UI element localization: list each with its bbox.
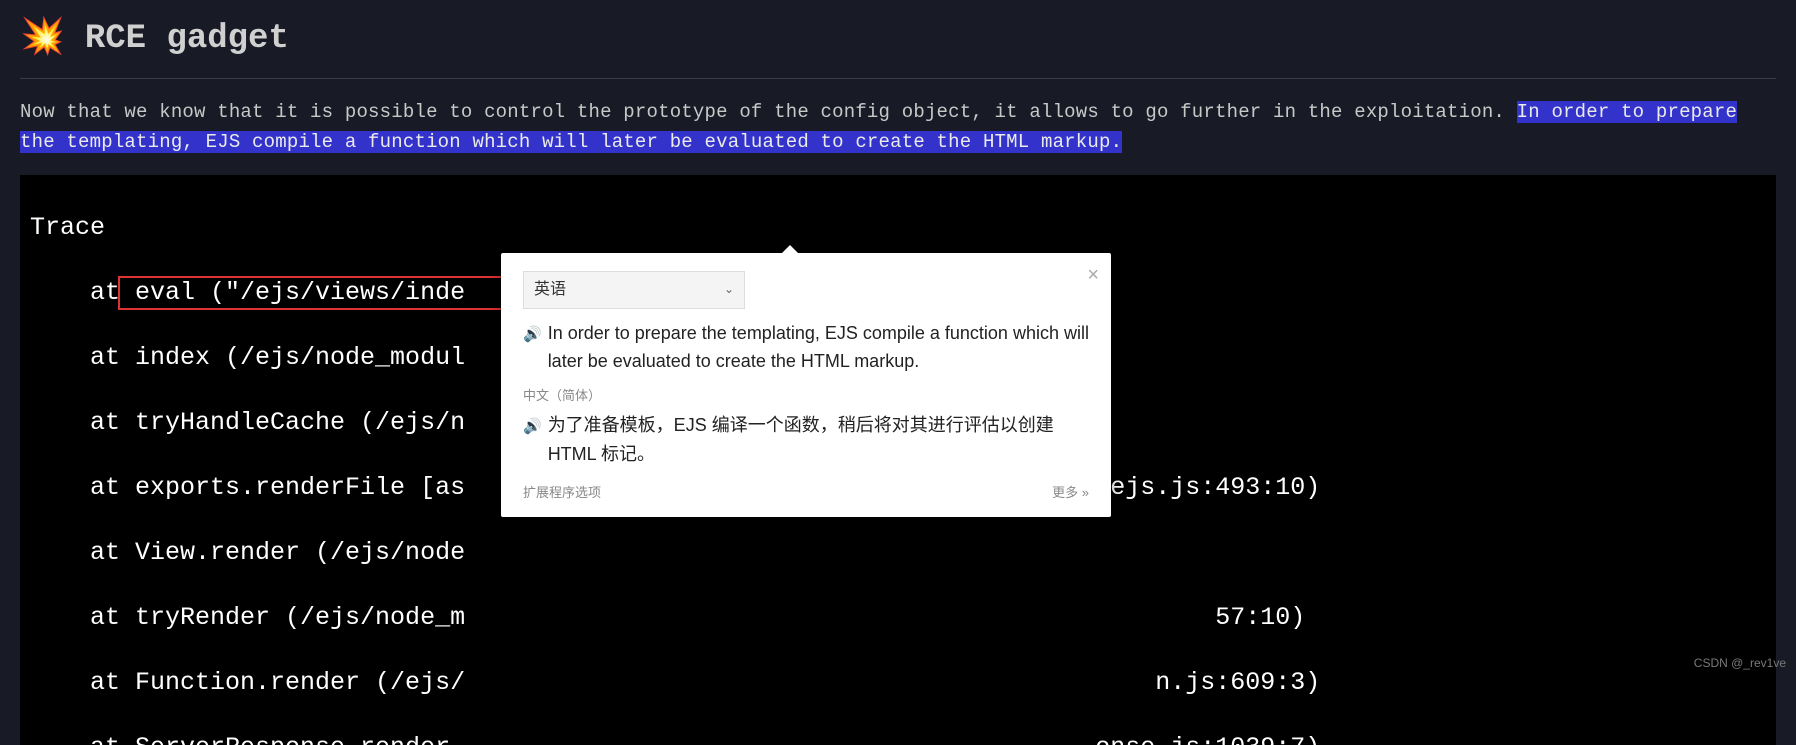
para1-a: Now that we know that it is possible to … (20, 101, 1517, 123)
code-line: at Function.render (/ejs/xxxxxxxxxxxxxxx… (30, 667, 1766, 700)
translation-popup: × 英语 ⌄ 🔊 In order to prepare the templat… (501, 253, 1111, 517)
heading-text: RCE gadget (85, 12, 289, 66)
more-link[interactable]: 更多 » (1052, 483, 1089, 504)
close-icon[interactable]: × (1087, 259, 1099, 291)
page-title: 💥 RCE gadget (20, 10, 1776, 79)
lang-select-value: 英语 (534, 277, 566, 303)
code-line: at ServerResponse.render xxxxxxxxxxxxxxx… (30, 732, 1766, 745)
paragraph-1: Now that we know that it is possible to … (20, 97, 1776, 158)
target-text: 为了准备模板，EJS 编译一个函数，稍后将对其进行评估以创建 HTML 标记。 (548, 411, 1089, 469)
source-text: In order to prepare the templating, EJS … (548, 319, 1089, 377)
watermark: CSDN @_rev1ve (1694, 654, 1786, 673)
code-line: at tryRender (/ejs/node_mxxxxxxxxxxxxxxx… (30, 602, 1766, 635)
speaker-icon[interactable]: 🔊 (523, 323, 542, 347)
target-language-label: 中文（简体） (523, 386, 1089, 407)
source-language-select[interactable]: 英语 ⌄ (523, 271, 745, 309)
code-line: Trace (30, 212, 1766, 245)
code-line: at View.render (/ejs/node (30, 537, 1766, 570)
extension-options-link[interactable]: 扩展程序选项 (523, 483, 601, 504)
chevron-down-icon: ⌄ (724, 280, 734, 299)
explosion-icon: 💥 (20, 10, 65, 68)
speaker-icon[interactable]: 🔊 (523, 415, 542, 439)
